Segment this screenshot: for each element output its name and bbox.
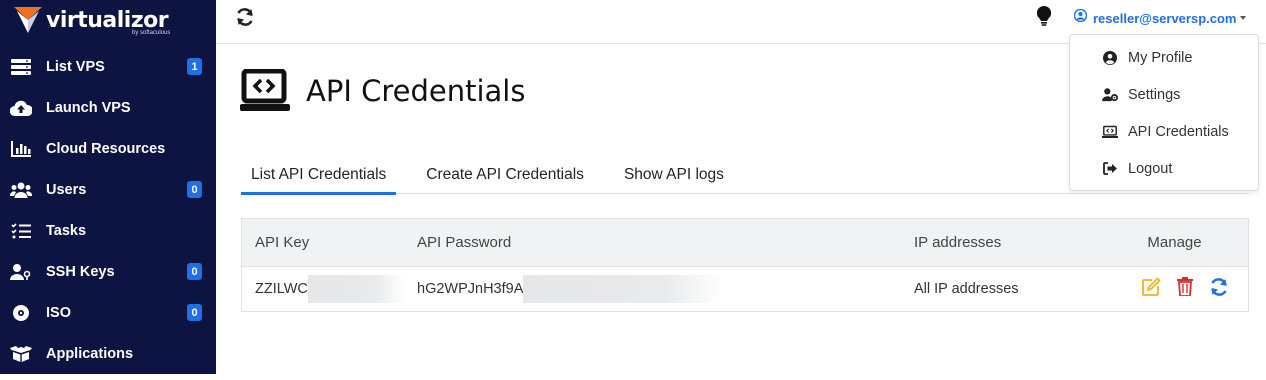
virtualizor-logo-icon bbox=[14, 7, 42, 33]
brand-tagline: by softaculous bbox=[132, 30, 214, 380]
page-title: API Credentials bbox=[306, 74, 525, 108]
regenerate-button[interactable] bbox=[1208, 278, 1230, 300]
brand-logo[interactable]: virtualizor by softaculous bbox=[0, 0, 216, 40]
menu-item-my-profile[interactable]: My Profile bbox=[1070, 39, 1258, 76]
cloud-upload-icon bbox=[10, 99, 32, 117]
api-key-value: ZZILWC bbox=[255, 281, 308, 297]
redaction-mask bbox=[308, 275, 404, 303]
api-password-value: hG2WPJnH3f9A bbox=[417, 281, 523, 297]
menu-item-label: Logout bbox=[1128, 161, 1172, 177]
chart-bar-icon bbox=[10, 140, 32, 158]
api-key-cell: ZZILWC bbox=[242, 266, 404, 311]
server-list-icon bbox=[10, 58, 32, 76]
user-email: reseller@serversp.com bbox=[1093, 11, 1237, 26]
user-circle-icon bbox=[1102, 50, 1118, 66]
column-header-api-key: API Key bbox=[242, 219, 404, 266]
redaction-mask bbox=[523, 275, 723, 303]
menu-item-label: Settings bbox=[1128, 87, 1180, 103]
user-circle-icon bbox=[1074, 9, 1087, 27]
user-menu-toggle[interactable]: reseller@serversp.com bbox=[1074, 8, 1246, 28]
disc-icon bbox=[10, 304, 32, 322]
edit-button[interactable] bbox=[1140, 278, 1162, 300]
delete-button[interactable] bbox=[1174, 278, 1196, 300]
refresh-icon bbox=[1209, 277, 1229, 301]
tips-button[interactable] bbox=[1034, 7, 1054, 29]
lightbulb-icon bbox=[1037, 6, 1051, 31]
sign-out-icon bbox=[1102, 161, 1118, 177]
ip-addresses-cell: All IP addresses bbox=[901, 266, 1101, 311]
column-header-api-password: API Password bbox=[404, 219, 901, 266]
box-icon bbox=[10, 345, 32, 363]
refresh-button[interactable] bbox=[234, 8, 256, 30]
page-header: API Credentials bbox=[240, 69, 525, 113]
edit-icon bbox=[1141, 277, 1161, 301]
users-icon bbox=[10, 181, 32, 199]
manage-cell bbox=[1101, 266, 1248, 311]
column-header-manage: Manage bbox=[1101, 219, 1248, 266]
tab-create-api-credentials[interactable]: Create API Credentials bbox=[416, 155, 594, 194]
table-row: ZZILWC hG2WPJnH3f9A All IP addresses bbox=[242, 266, 1248, 311]
menu-item-label: My Profile bbox=[1128, 50, 1192, 66]
caret-down-icon bbox=[1240, 16, 1246, 20]
menu-item-label: API Credentials bbox=[1128, 124, 1229, 140]
api-password-cell: hG2WPJnH3f9A bbox=[404, 266, 901, 311]
trash-icon bbox=[1177, 277, 1193, 300]
tab-list-api-credentials[interactable]: List API Credentials bbox=[241, 155, 396, 194]
brand-name: virtualizor bbox=[46, 8, 168, 33]
menu-item-logout[interactable]: Logout bbox=[1070, 150, 1258, 187]
user-key-icon bbox=[10, 263, 32, 281]
api-credentials-table: API Key API Password IP addresses Manage… bbox=[241, 218, 1249, 312]
laptop-code-icon bbox=[240, 69, 292, 113]
tab-show-api-logs[interactable]: Show API logs bbox=[614, 155, 734, 194]
table-header-row: API Key API Password IP addresses Manage bbox=[242, 219, 1248, 266]
menu-item-settings[interactable]: Settings bbox=[1070, 76, 1258, 113]
tasks-icon bbox=[10, 222, 32, 240]
sidebar: virtualizor by softaculous List VPS 1 La… bbox=[0, 0, 216, 374]
menu-item-api-credentials[interactable]: API Credentials bbox=[1070, 113, 1258, 150]
column-header-ip-addresses: IP addresses bbox=[901, 219, 1101, 266]
laptop-code-icon bbox=[1102, 124, 1118, 140]
refresh-icon bbox=[235, 7, 255, 32]
user-dropdown-menu: My Profile Settings API Credentials Logo… bbox=[1069, 34, 1259, 191]
user-cog-icon bbox=[1102, 87, 1118, 103]
